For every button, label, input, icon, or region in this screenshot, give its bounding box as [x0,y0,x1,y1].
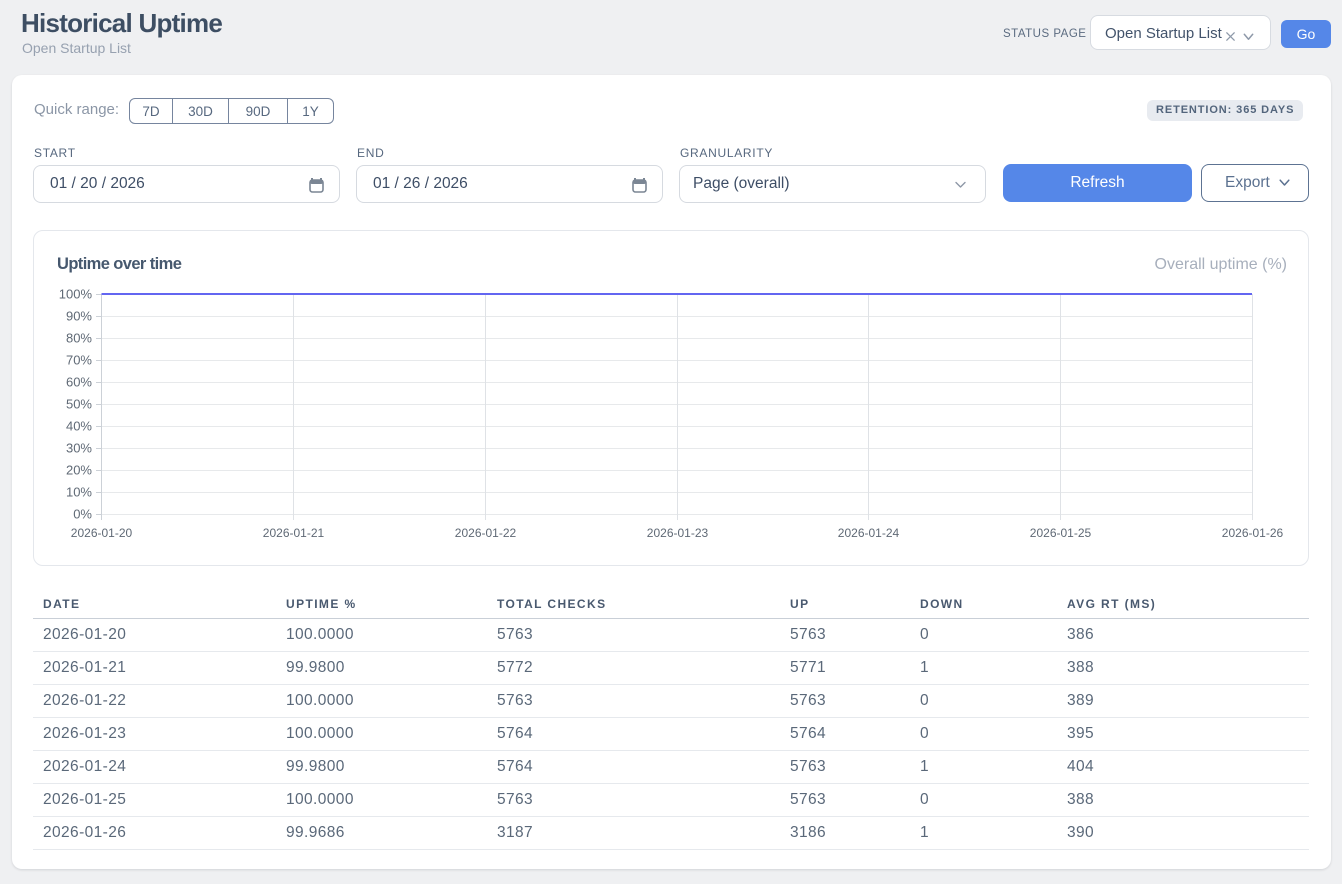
svg-text:90%: 90% [66,309,92,324]
svg-text:2026-01-24: 2026-01-24 [838,526,900,540]
svg-text:50%: 50% [66,397,92,412]
svg-text:2026-01-23: 2026-01-23 [647,526,709,540]
svg-text:2026-01-22: 2026-01-22 [455,526,517,540]
svg-text:20%: 20% [66,463,92,478]
svg-text:30%: 30% [66,441,92,456]
svg-text:2026-01-26: 2026-01-26 [1222,526,1284,540]
svg-text:2026-01-25: 2026-01-25 [1030,526,1092,540]
svg-text:70%: 70% [66,353,92,368]
svg-text:2026-01-21: 2026-01-21 [263,526,325,540]
svg-text:10%: 10% [66,485,92,500]
svg-text:40%: 40% [66,419,92,434]
svg-text:0%: 0% [73,507,92,522]
svg-text:60%: 60% [66,375,92,390]
svg-text:100%: 100% [59,287,93,302]
svg-text:2026-01-20: 2026-01-20 [71,526,133,540]
svg-text:80%: 80% [66,331,92,346]
